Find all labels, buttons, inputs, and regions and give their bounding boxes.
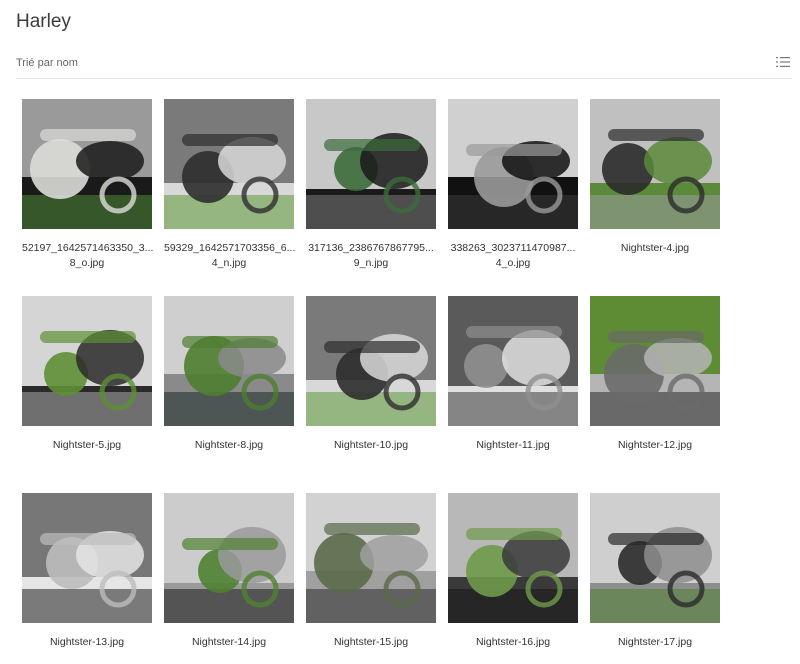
file-tile[interactable]: Nightster-4.jpg (590, 99, 720, 296)
file-tile[interactable]: Nightster-16.jpg (448, 493, 578, 664)
file-name-line: Nightster-14.jpg (191, 636, 267, 648)
file-name[interactable]: Nightster-14.jpg (164, 635, 294, 650)
file-tile[interactable]: Nightster-5.jpg (22, 296, 152, 493)
file-name-line: Nightster-5.jpg (52, 439, 122, 451)
file-tile[interactable]: 317136_2386767867795... 9_n.jpg (306, 99, 436, 296)
file-tile[interactable]: Nightster-14.jpg (164, 493, 294, 664)
file-name-line: Nightster-17.jpg (617, 636, 693, 648)
file-tile[interactable]: 59329_1642571703356_6... 4_n.jpg (164, 99, 296, 296)
file-name-line: 9_n.jpg (353, 257, 389, 269)
file-name[interactable]: 59329_1642571703356_6... 4_n.jpg (164, 241, 296, 271)
file-thumbnail[interactable] (306, 493, 436, 623)
file-name[interactable]: Nightster-12.jpg (590, 438, 720, 453)
file-tile[interactable]: 338263_3023711470987... 4_o.jpg (448, 99, 578, 296)
file-name-line: Nightster-16.jpg (475, 636, 551, 648)
file-thumbnail[interactable] (590, 99, 720, 229)
file-name[interactable]: Nightster-17.jpg (590, 635, 720, 650)
file-name[interactable]: 52197_1642571463350_3... 8_o.jpg (22, 241, 154, 271)
list-view-icon[interactable] (776, 55, 790, 69)
file-thumbnail[interactable] (22, 493, 152, 623)
file-tile[interactable]: Nightster-11.jpg (448, 296, 578, 493)
file-thumbnail[interactable] (164, 296, 294, 426)
file-thumbnail[interactable] (306, 99, 436, 229)
file-name-line: Nightster-10.jpg (333, 439, 409, 451)
file-name[interactable]: Nightster-11.jpg (448, 438, 578, 453)
file-name-line: Nightster-15.jpg (333, 636, 409, 648)
file-tile[interactable]: Nightster-12.jpg (590, 296, 720, 493)
file-name[interactable]: Nightster-5.jpg (22, 438, 152, 453)
file-name-line: Nightster-12.jpg (617, 439, 693, 451)
file-name[interactable]: Nightster-16.jpg (448, 635, 578, 650)
file-name-line: 338263_3023711470987... (450, 242, 576, 254)
file-thumbnail[interactable] (590, 296, 720, 426)
file-browser: Harley Trié par nom 52197_1642571463350_… (0, 0, 800, 664)
file-thumbnail[interactable] (448, 296, 578, 426)
file-thumbnail[interactable] (590, 493, 720, 623)
file-name-line: Nightster-11.jpg (476, 439, 550, 451)
file-thumbnail[interactable] (22, 99, 152, 229)
file-thumbnail[interactable] (448, 99, 578, 229)
file-name-line: Nightster-13.jpg (49, 636, 125, 648)
file-name-line: Nightster-4.jpg (620, 242, 690, 254)
file-name-line: 317136_2386767867795... (308, 242, 434, 254)
file-name[interactable]: Nightster-10.jpg (306, 438, 436, 453)
file-name[interactable]: Nightster-13.jpg (22, 635, 152, 650)
file-tile[interactable]: Nightster-10.jpg (306, 296, 436, 493)
sort-label[interactable]: Trié par nom (16, 57, 78, 69)
file-thumbnail[interactable] (306, 296, 436, 426)
file-name[interactable]: 338263_3023711470987... 4_o.jpg (448, 241, 578, 271)
file-tile[interactable]: 52197_1642571463350_3... 8_o.jpg (22, 99, 154, 296)
file-name-line: 52197_1642571463350_3... (22, 242, 154, 254)
file-thumbnail[interactable] (164, 99, 294, 229)
sort-bar: Trié par nom (16, 56, 792, 79)
file-grid: 52197_1642571463350_3... 8_o.jpg 59329_164… (22, 99, 720, 664)
file-thumbnail[interactable] (164, 493, 294, 623)
file-tile[interactable]: Nightster-13.jpg (22, 493, 152, 664)
file-name-line: 4_o.jpg (495, 257, 531, 269)
file-name-line: 4_n.jpg (211, 257, 247, 269)
file-thumbnail[interactable] (448, 493, 578, 623)
file-name[interactable]: Nightster-4.jpg (590, 241, 720, 256)
file-name-line: 8_o.jpg (69, 257, 105, 269)
file-name-line: Nightster-8.jpg (194, 439, 264, 451)
file-tile[interactable]: Nightster-17.jpg (590, 493, 720, 664)
file-name[interactable]: 317136_2386767867795... 9_n.jpg (306, 241, 436, 271)
file-thumbnail[interactable] (22, 296, 152, 426)
file-tile[interactable]: Nightster-15.jpg (306, 493, 436, 664)
file-name[interactable]: Nightster-8.jpg (164, 438, 294, 453)
file-name[interactable]: Nightster-15.jpg (306, 635, 436, 650)
file-tile[interactable]: Nightster-8.jpg (164, 296, 294, 493)
file-name-line: 59329_1642571703356_6... (164, 242, 296, 254)
folder-title: Harley (16, 11, 71, 32)
